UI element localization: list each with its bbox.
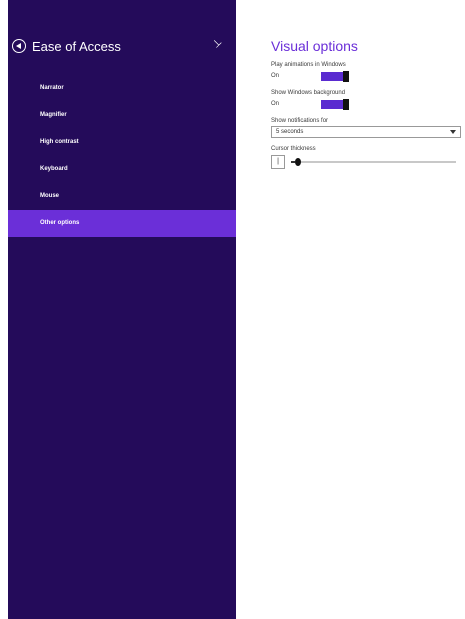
show-background-state: On (271, 101, 280, 107)
notifications-option: Show notifications for 5 seconds (271, 118, 461, 138)
sidebar-item-mouse[interactable]: Mouse (8, 183, 236, 210)
page-title: Visual options (271, 38, 358, 54)
cursor-thickness-label: Cursor thickness (271, 146, 316, 152)
notifications-label: Show notifications for (271, 118, 329, 124)
sidebar-item-magnifier[interactable]: Magnifier (8, 102, 236, 129)
main-content: Visual options Play animations in Window… (271, 38, 461, 178)
sidebar-header: Ease of Access ⊥ (12, 36, 230, 56)
back-arrow-icon[interactable] (12, 39, 26, 53)
show-background-option: Show Windows background On (271, 90, 461, 110)
sidebar-item-keyboard[interactable]: Keyboard (8, 156, 236, 183)
cursor-thickness-slider[interactable] (291, 158, 456, 166)
cursor-preview: | (271, 155, 285, 169)
pin-icon[interactable]: ⊥ (211, 37, 225, 51)
play-animations-label: Play animations in Windows (271, 62, 346, 68)
sidebar-item-narrator[interactable]: Narrator (8, 75, 236, 102)
sidebar-title: Ease of Access (32, 38, 121, 54)
notifications-dropdown[interactable]: 5 seconds (271, 126, 461, 138)
sidebar-menu: Narrator Magnifier High contrast Keyboar… (8, 75, 236, 237)
show-background-label: Show Windows background (271, 90, 346, 96)
slider-thumb[interactable] (295, 158, 301, 166)
show-background-toggle[interactable] (321, 98, 349, 110)
show-background-row: On (271, 98, 461, 110)
play-animations-toggle[interactable] (321, 70, 349, 82)
notifications-value: 5 seconds (276, 129, 304, 135)
cursor-thickness-row: | (271, 154, 461, 170)
play-animations-option: Play animations in Windows On (271, 62, 461, 82)
sidebar: Ease of Access ⊥ Narrator Magnifier High… (8, 0, 236, 619)
play-animations-state: On (271, 73, 280, 79)
play-animations-row: On (271, 70, 461, 82)
chevron-down-icon (450, 130, 456, 134)
sidebar-item-other-options[interactable]: Other options (8, 210, 236, 237)
cursor-thickness-option: Cursor thickness | (271, 146, 461, 170)
sidebar-item-high-contrast[interactable]: High contrast (8, 129, 236, 156)
